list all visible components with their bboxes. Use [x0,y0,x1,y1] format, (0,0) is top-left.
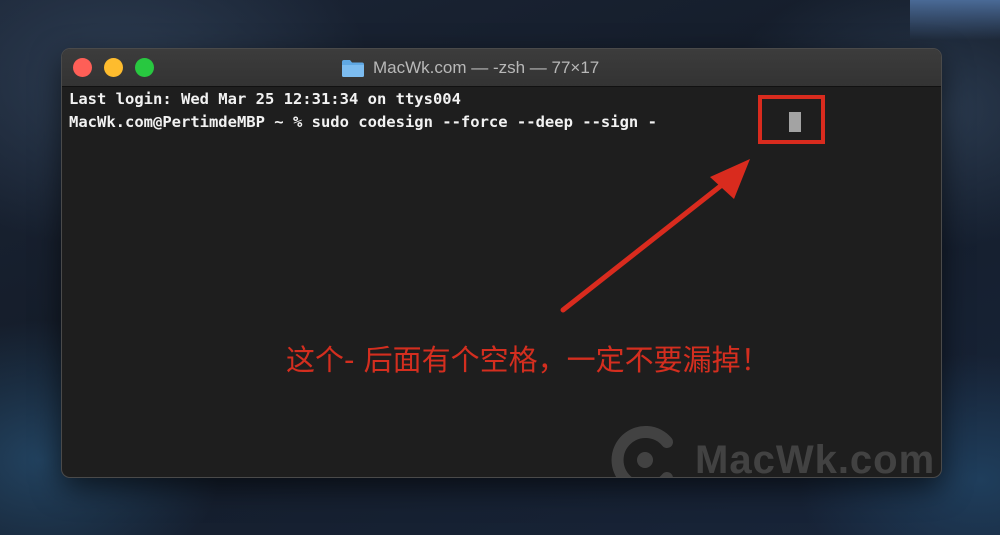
window-title: MacWk.com — -zsh — 77×17 [341,56,599,80]
folder-icon [342,59,364,77]
close-button[interactable] [73,58,92,77]
titlebar[interactable]: MacWk.com — -zsh — 77×17 [62,49,941,87]
wallpaper-sky [910,0,1000,40]
minimize-button[interactable] [104,58,123,77]
window-title-text: MacWk.com — -zsh — 77×17 [373,58,600,77]
terminal-window: MacWk.com — -zsh — 77×17 Last login: Wed… [62,49,941,477]
annotation-arrow [560,159,750,313]
watermark-text: MacWk.com [695,437,936,478]
terminal-content[interactable]: Last login: Wed Mar 25 12:31:34 on ttys0… [62,87,941,477]
macwk-logo-icon [611,426,673,477]
zoom-button[interactable] [135,58,154,77]
watermark: MacWk.com [607,420,935,477]
annotation-text: 这个- 后面有个空格，一定不要漏掉！ [286,343,770,377]
